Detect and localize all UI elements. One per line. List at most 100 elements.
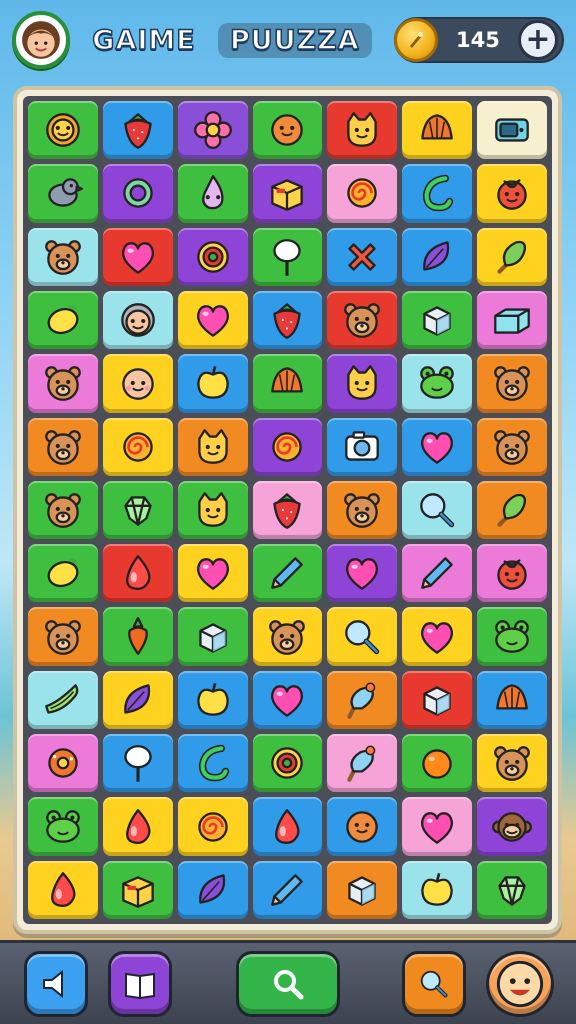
game-tile[interactable] [477, 227, 547, 286]
game-tile[interactable] [28, 480, 98, 540]
game-tile[interactable] [102, 480, 173, 540]
game-tile[interactable] [28, 417, 98, 476]
game-tile[interactable] [252, 607, 323, 666]
game-tile[interactable] [28, 227, 98, 286]
game-tile[interactable] [327, 734, 398, 793]
game-tile[interactable] [477, 354, 547, 413]
game-tile[interactable] [177, 607, 248, 666]
game-tile[interactable] [327, 670, 398, 730]
game-tile[interactable] [252, 101, 323, 160]
game-tile[interactable] [252, 417, 323, 476]
game-tile[interactable] [402, 227, 473, 286]
game-tile[interactable] [102, 607, 173, 666]
game-tile[interactable] [252, 354, 323, 413]
game-tile[interactable] [477, 607, 547, 666]
game-tile[interactable] [402, 734, 473, 793]
game-tile[interactable] [102, 164, 173, 223]
game-tile[interactable] [477, 860, 547, 919]
game-tile[interactable] [327, 480, 398, 540]
game-tile[interactable] [102, 290, 173, 350]
avatar[interactable] [12, 11, 70, 69]
game-tile[interactable] [102, 417, 173, 476]
game-tile[interactable] [477, 164, 547, 223]
game-tile[interactable] [402, 101, 473, 160]
game-tile[interactable] [28, 734, 98, 793]
game-tile[interactable] [28, 670, 98, 730]
game-tile[interactable] [402, 860, 473, 919]
game-tile[interactable] [402, 480, 473, 540]
game-tile[interactable] [402, 797, 473, 856]
game-tile[interactable] [477, 101, 547, 160]
game-tile[interactable] [402, 164, 473, 223]
game-tile[interactable] [477, 797, 547, 856]
game-tile[interactable] [102, 227, 173, 286]
game-tile[interactable] [252, 734, 323, 793]
game-tile[interactable] [28, 797, 98, 856]
hint-button[interactable] [402, 951, 466, 1017]
game-tile[interactable] [28, 101, 98, 160]
game-tile[interactable] [252, 227, 323, 286]
game-tile[interactable] [177, 290, 248, 350]
game-tile[interactable] [327, 797, 398, 856]
game-tile[interactable] [327, 607, 398, 666]
game-tile[interactable] [177, 670, 248, 730]
game-tile[interactable] [327, 860, 398, 919]
game-tile[interactable] [102, 734, 173, 793]
game-tile[interactable] [327, 544, 398, 603]
game-tile[interactable] [477, 290, 547, 350]
game-tile[interactable] [102, 860, 173, 919]
game-tile[interactable] [477, 544, 547, 603]
game-tile[interactable] [327, 101, 398, 160]
game-tile[interactable] [28, 544, 98, 603]
game-tile[interactable] [327, 290, 398, 350]
game-tile[interactable] [477, 480, 547, 540]
game-tile[interactable] [402, 544, 473, 603]
game-tile[interactable] [177, 734, 248, 793]
add-coins-button[interactable]: + [517, 20, 558, 60]
game-tile[interactable] [252, 797, 323, 856]
game-tile[interactable] [327, 227, 398, 286]
game-tile[interactable] [252, 290, 323, 350]
game-tile[interactable] [402, 290, 473, 350]
game-tile[interactable] [252, 480, 323, 540]
game-tile[interactable] [327, 164, 398, 223]
game-tile[interactable] [177, 101, 248, 160]
game-tile[interactable] [252, 670, 323, 730]
game-tile[interactable] [252, 860, 323, 919]
drop-icon [50, 871, 76, 907]
game-tile[interactable] [177, 797, 248, 856]
game-tile[interactable] [177, 544, 248, 603]
game-tile[interactable] [327, 417, 398, 476]
search-button[interactable] [236, 951, 340, 1017]
game-tile[interactable] [177, 227, 248, 286]
game-tile[interactable] [28, 607, 98, 666]
game-tile[interactable] [28, 290, 98, 350]
game-tile[interactable] [177, 480, 248, 540]
game-tile[interactable] [177, 354, 248, 413]
game-tile[interactable] [252, 164, 323, 223]
game-tile[interactable] [102, 670, 173, 730]
game-tile[interactable] [477, 734, 547, 793]
game-tile[interactable] [402, 354, 473, 413]
game-tile[interactable] [28, 860, 98, 919]
game-tile[interactable] [402, 670, 473, 730]
profile-button[interactable] [486, 951, 554, 1017]
game-tile[interactable] [102, 354, 173, 413]
game-tile[interactable] [327, 354, 398, 413]
game-tile[interactable] [477, 670, 547, 730]
game-tile[interactable] [402, 607, 473, 666]
game-tile[interactable] [28, 164, 98, 223]
strawberry-icon [124, 113, 152, 150]
game-tile[interactable] [177, 860, 248, 919]
game-tile[interactable] [28, 354, 98, 413]
sound-button[interactable] [24, 951, 88, 1017]
game-tile[interactable] [102, 797, 173, 856]
game-tile[interactable] [252, 544, 323, 603]
game-tile[interactable] [177, 417, 248, 476]
game-tile[interactable] [477, 417, 547, 476]
game-tile[interactable] [177, 164, 248, 223]
book-button[interactable] [108, 951, 172, 1017]
game-tile[interactable] [402, 417, 473, 476]
game-tile[interactable] [102, 544, 173, 603]
game-tile[interactable] [102, 101, 173, 160]
